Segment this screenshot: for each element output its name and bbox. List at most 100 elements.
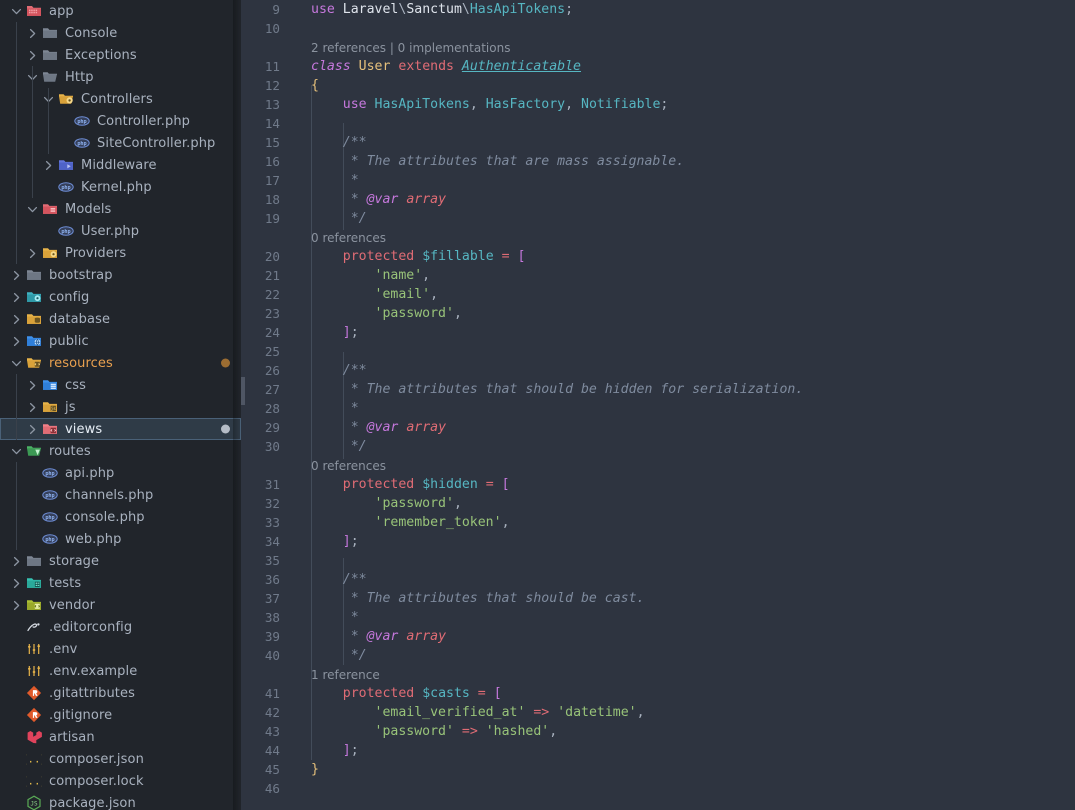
code-line[interactable]: 31 protected $hidden = [ <box>241 475 1075 494</box>
chevron-right-icon[interactable] <box>24 44 40 66</box>
code-line[interactable]: 46 <box>241 779 1075 798</box>
line-content[interactable]: } <box>289 762 319 777</box>
tree-item-public[interactable]: public <box>0 330 241 352</box>
file-explorer-sidebar[interactable]: app Console Exceptions Http Controllers php Co… <box>0 0 241 810</box>
tree-item-gitignore[interactable]: .gitignore <box>0 704 241 726</box>
chevron-right-icon[interactable] <box>8 550 24 572</box>
line-content[interactable]: */ <box>289 439 367 454</box>
line-content[interactable]: * <box>289 173 359 188</box>
tree-item-env[interactable]: .env <box>0 638 241 660</box>
code-line[interactable]: 19 */ <box>241 209 1075 228</box>
chevron-down-icon[interactable] <box>8 352 24 374</box>
tree-item-console-php[interactable]: php console.php <box>0 506 241 528</box>
codelens-label[interactable]: 1 reference <box>289 668 380 682</box>
line-content[interactable]: * <box>289 401 359 416</box>
tree-item-exceptions[interactable]: Exceptions <box>0 44 241 66</box>
code-line[interactable]: 18 * @var array <box>241 190 1075 209</box>
tree-item-composer-lock[interactable]: {..} composer.lock <box>0 770 241 792</box>
code-line[interactable]: 41 protected $casts = [ <box>241 684 1075 703</box>
code-line[interactable]: 11 class User extends Authenticatable <box>241 57 1075 76</box>
line-content[interactable]: * @var array <box>289 420 446 435</box>
code-line[interactable]: 9 use Laravel\Sanctum\HasApiTokens; <box>241 0 1075 19</box>
codelens-label[interactable]: 0 references <box>289 459 386 473</box>
code-line[interactable]: 22 'email', <box>241 285 1075 304</box>
code-line[interactable]: 20 protected $fillable = [ <box>241 247 1075 266</box>
codelens-casts[interactable]: 1 reference <box>241 665 1075 684</box>
line-content[interactable]: ]; <box>289 743 359 758</box>
line-content[interactable]: 'email', <box>289 287 439 302</box>
tree-item-views[interactable]: views <box>0 418 241 440</box>
chevron-right-icon[interactable] <box>8 286 24 308</box>
tree-item-kernel-php[interactable]: php Kernel.php <box>0 176 241 198</box>
tree-item-sitecontroller-php[interactable]: php SiteController.php <box>0 132 241 154</box>
tree-item-database[interactable]: database <box>0 308 241 330</box>
tree-item-config[interactable]: config <box>0 286 241 308</box>
tree-item-routes[interactable]: routes <box>0 440 241 462</box>
chevron-right-icon[interactable] <box>24 242 40 264</box>
line-content[interactable]: * The attributes that should be hidden f… <box>289 382 804 397</box>
chevron-right-icon[interactable] <box>24 418 40 440</box>
tree-item-tests[interactable]: tests <box>0 572 241 594</box>
code-line[interactable]: 40 */ <box>241 646 1075 665</box>
line-content[interactable]: 'password', <box>289 306 462 321</box>
tree-item-resources[interactable]: resources <box>0 352 241 374</box>
line-content[interactable]: use Laravel\Sanctum\HasApiTokens; <box>289 2 573 17</box>
line-content[interactable]: protected $hidden = [ <box>289 477 510 492</box>
line-content[interactable]: /** <box>289 135 367 150</box>
line-content[interactable]: 'password', <box>289 496 462 511</box>
chevron-right-icon[interactable] <box>8 330 24 352</box>
codelens-hidden[interactable]: 0 references <box>241 456 1075 475</box>
codelens-label[interactable]: 0 references <box>289 231 386 245</box>
code-line[interactable]: 30 */ <box>241 437 1075 456</box>
code-line[interactable]: 38 * <box>241 608 1075 627</box>
line-content[interactable]: 'name', <box>289 268 431 283</box>
chevron-right-icon[interactable] <box>8 572 24 594</box>
code-line[interactable]: 39 * @var array <box>241 627 1075 646</box>
code-line[interactable]: 37 * The attributes that should be cast. <box>241 589 1075 608</box>
tree-item-js[interactable]: js js <box>0 396 241 418</box>
tree-item-artisan[interactable]: artisan <box>0 726 241 748</box>
tree-item-app[interactable]: app <box>0 0 241 22</box>
chevron-right-icon[interactable] <box>8 594 24 616</box>
tree-item-controller-php[interactable]: php Controller.php <box>0 110 241 132</box>
code-line[interactable]: 43 'password' => 'hashed', <box>241 722 1075 741</box>
code-line[interactable]: 12 { <box>241 76 1075 95</box>
code-line[interactable]: 29 * @var array <box>241 418 1075 437</box>
tree-item-bootstrap[interactable]: bootstrap <box>0 264 241 286</box>
tree-item-editorconfig[interactable]: .editorconfig <box>0 616 241 638</box>
tree-item-vendor[interactable]: vendor <box>0 594 241 616</box>
tree-item-package-json[interactable]: JS package.json <box>0 792 241 810</box>
codelens-fillable[interactable]: 0 references <box>241 228 1075 247</box>
line-content[interactable]: protected $casts = [ <box>289 686 502 701</box>
code-line[interactable]: 24 ]; <box>241 323 1075 342</box>
code-line[interactable]: 21 'name', <box>241 266 1075 285</box>
line-content[interactable]: * @var array <box>289 629 446 644</box>
chevron-down-icon[interactable] <box>24 198 40 220</box>
code-line[interactable]: 16 * The attributes that are mass assign… <box>241 152 1075 171</box>
line-content[interactable]: { <box>289 78 319 93</box>
codelens-label[interactable]: 2 references | 0 implementations <box>289 41 510 55</box>
code-line[interactable]: 25 <box>241 342 1075 361</box>
line-content[interactable]: use HasApiTokens, HasFactory, Notifiable… <box>289 97 669 112</box>
tree-item-channels-php[interactable]: php channels.php <box>0 484 241 506</box>
chevron-right-icon[interactable] <box>40 154 56 176</box>
tree-item-middleware[interactable]: Middleware <box>0 154 241 176</box>
line-content[interactable]: * @var array <box>289 192 446 207</box>
tree-item-models[interactable]: Models <box>0 198 241 220</box>
line-content[interactable]: 'remember_token', <box>289 515 510 530</box>
code-line[interactable]: 13 use HasApiTokens, HasFactory, Notifia… <box>241 95 1075 114</box>
code-line[interactable]: 17 * <box>241 171 1075 190</box>
tree-item-web-php[interactable]: php web.php <box>0 528 241 550</box>
editor-content[interactable]: 9 use Laravel\Sanctum\HasApiTokens; 10 2 re… <box>241 0 1075 798</box>
chevron-right-icon[interactable] <box>24 374 40 396</box>
code-line[interactable]: 23 'password', <box>241 304 1075 323</box>
tree-item-console[interactable]: Console <box>0 22 241 44</box>
code-line[interactable]: 33 'remember_token', <box>241 513 1075 532</box>
tree-item-gitattributes[interactable]: .gitattributes <box>0 682 241 704</box>
line-content[interactable]: */ <box>289 211 367 226</box>
line-content[interactable]: */ <box>289 648 367 663</box>
chevron-right-icon[interactable] <box>8 308 24 330</box>
line-content[interactable]: ]; <box>289 325 359 340</box>
line-content[interactable]: 'password' => 'hashed', <box>289 724 558 739</box>
code-line[interactable]: 36 /** <box>241 570 1075 589</box>
